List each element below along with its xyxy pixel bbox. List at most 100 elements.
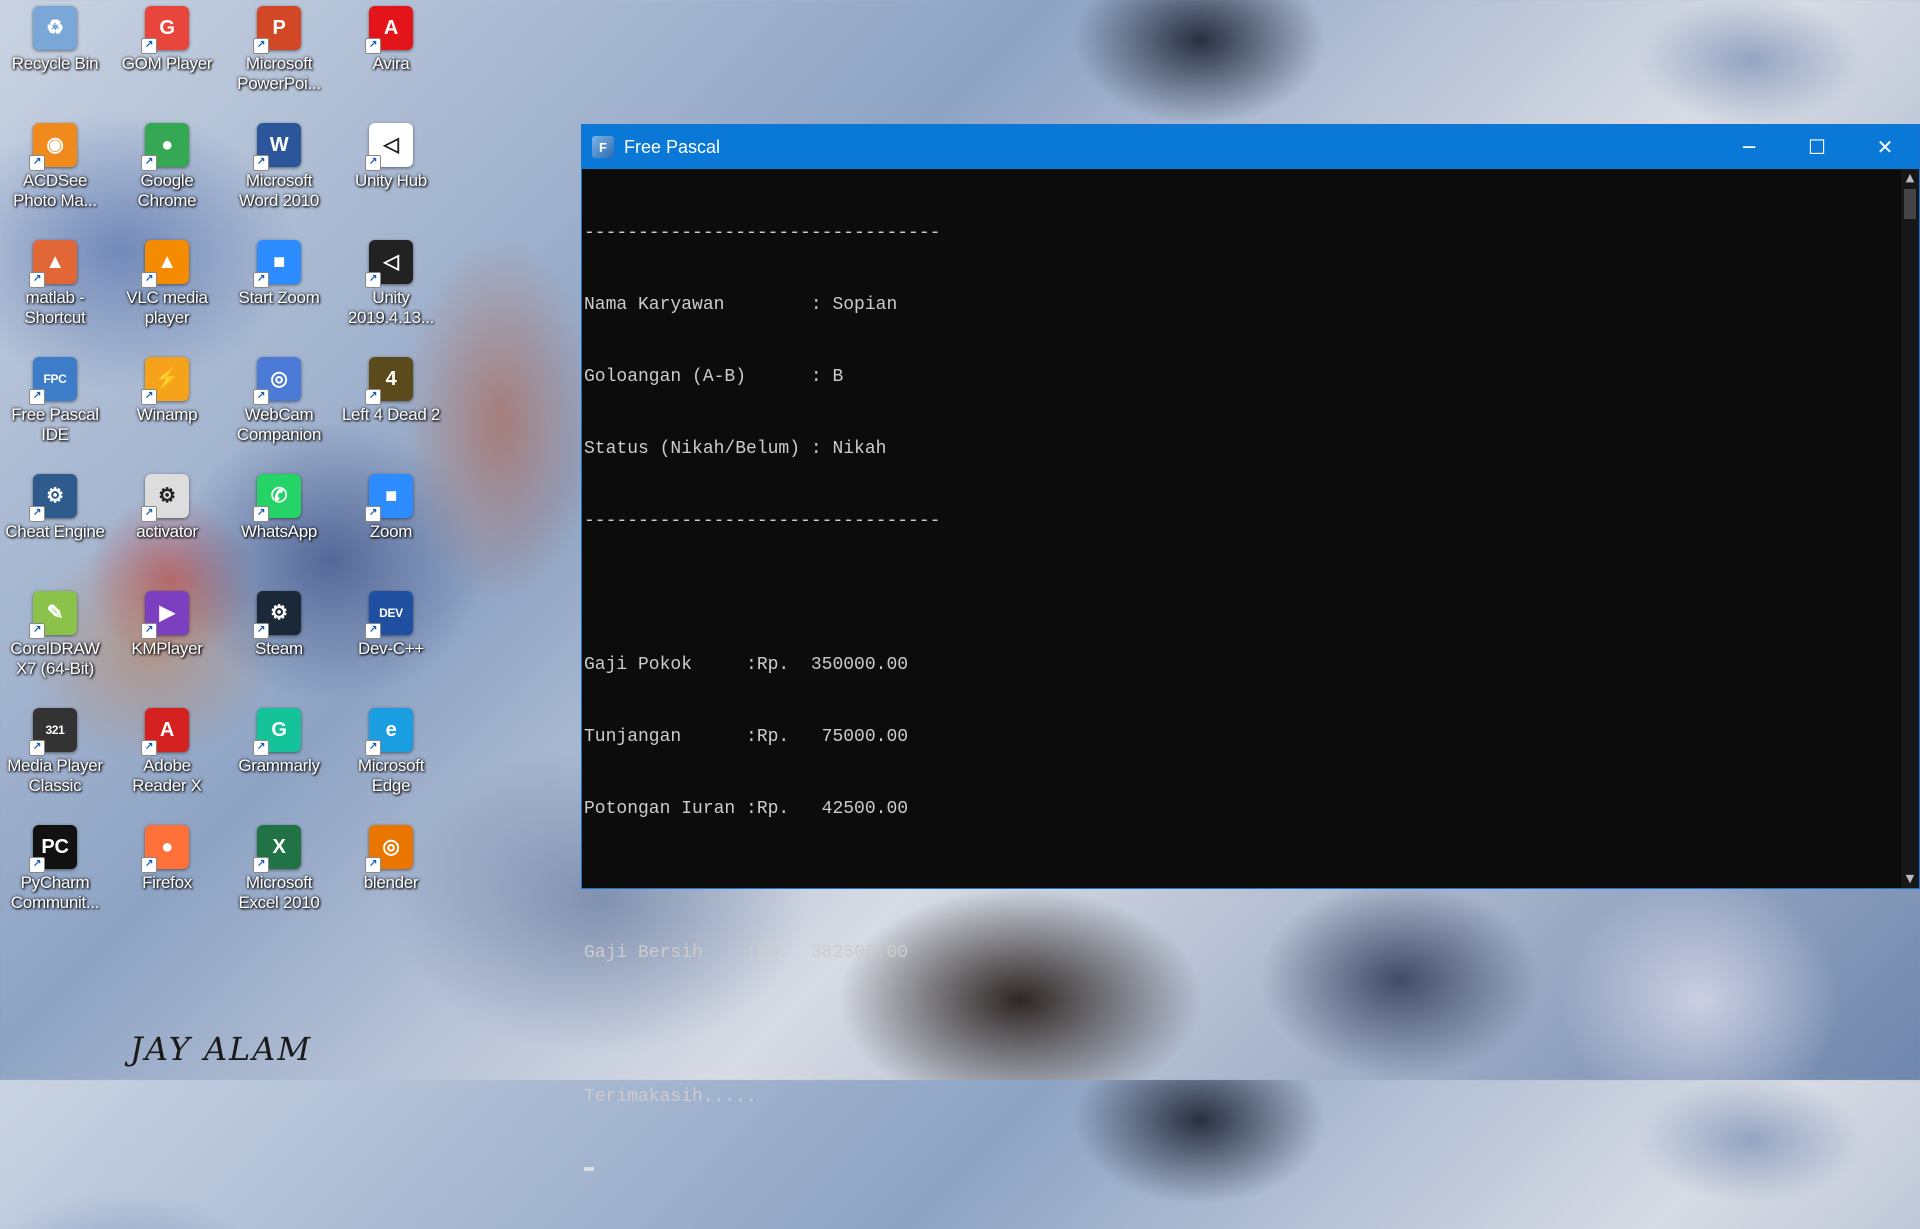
desktop-shortcut[interactable]: ▶ ↗ KMPlayer (117, 585, 217, 659)
desktop-shortcut[interactable]: P ↗ Microsoft PowerPoi... (229, 0, 329, 94)
desktop-shortcut[interactable]: A ↗ Adobe Reader X (117, 702, 217, 796)
whatsapp-icon: ✆ ↗ (253, 474, 301, 522)
free-pascal-window[interactable]: F Free Pascal ─ ☐ ✕ --------------------… (581, 124, 1920, 1171)
shortcut-arrow-icon: ↗ (253, 506, 269, 522)
desktop-shortcut-label: Google Chrome (137, 171, 197, 210)
console-line: Goloangan (A-B) : B (584, 367, 844, 387)
desktop-shortcut[interactable]: ⚙ ↗ Steam (229, 585, 329, 659)
desktop-shortcut[interactable]: ▲ ↗ VLC media player (117, 234, 217, 328)
desktop-shortcut-label: Winamp (136, 405, 198, 424)
shortcut-arrow-icon: ↗ (365, 857, 381, 873)
desktop-shortcut-label: Dev-C++ (358, 639, 424, 658)
desktop-shortcut[interactable]: ◉ ↗ ACDSee Photo Ma... (5, 117, 105, 211)
desktop-shortcut[interactable]: X ↗ Microsoft Excel 2010 (229, 819, 329, 913)
desktop-shortcut[interactable]: ⚙ ↗ Cheat Engine (5, 468, 105, 542)
desktop-shortcut[interactable]: ■ ↗ Start Zoom (229, 234, 329, 308)
desktop-shortcut-label: Steam (255, 639, 303, 658)
desktop-shortcut[interactable]: ◁ ↗ Unity Hub (341, 117, 441, 191)
shortcut-arrow-icon: ↗ (29, 272, 45, 288)
console-line: Potongan Iuran :Rp. 42500.00 (584, 799, 909, 819)
desktop-shortcut-label: PyCharm Communit... (10, 873, 100, 912)
desktop-shortcut[interactable]: ✎ ↗ CorelDRAW X7 (64-Bit) (5, 585, 105, 679)
activator-icon: ⚙ ↗ (141, 474, 189, 522)
desktop-shortcut-label: GOM Player (121, 54, 213, 73)
desktop-shortcut[interactable]: 4 ↗ Left 4 Dead 2 (341, 351, 441, 425)
desktop-shortcut-label: Adobe Reader X (132, 756, 202, 795)
close-button[interactable]: ✕ (1851, 125, 1919, 169)
zoom-icon: ■ ↗ (365, 474, 413, 522)
console-line: Gaji Pokok :Rp. 350000.00 (584, 655, 909, 675)
desktop-shortcut-label: matlab - Shortcut (24, 288, 86, 327)
desktop-shortcut[interactable]: G ↗ Grammarly (229, 702, 329, 776)
console-output[interactable]: --------------------------------- Nama K… (582, 169, 1901, 1171)
kmplayer-icon: ▶ ↗ (141, 591, 189, 639)
shortcut-arrow-icon: ↗ (253, 272, 269, 288)
desktop-shortcut-label: blender (363, 873, 419, 892)
shortcut-arrow-icon: ↗ (365, 623, 381, 639)
free-pascal-title-icon: F (592, 136, 614, 158)
shortcut-arrow-icon: ↗ (29, 857, 45, 873)
desktop-shortcut[interactable]: 321 ↗ Media Player Classic (5, 702, 105, 796)
console-line: Tunjangan :Rp. 75000.00 (584, 727, 909, 747)
desktop-shortcut[interactable]: ▲ ↗ matlab - Shortcut (5, 234, 105, 328)
shortcut-arrow-icon: ↗ (141, 155, 157, 171)
desktop-shortcut[interactable]: ■ ↗ Zoom (341, 468, 441, 542)
shortcut-arrow-icon: ↗ (365, 506, 381, 522)
scrollbar-thumb[interactable] (1904, 189, 1916, 219)
unity-icon: ◁ ↗ (365, 240, 413, 288)
desktop-shortcut[interactable]: DEV ↗ Dev-C++ (341, 585, 441, 659)
desktop-shortcut[interactable]: e ↗ Microsoft Edge (341, 702, 441, 796)
media-player-classic-icon: 321 ↗ (29, 708, 77, 756)
desktop-shortcut[interactable]: ⚙ ↗ activator (117, 468, 217, 542)
adobe-reader-icon: A ↗ (141, 708, 189, 756)
desktop-shortcut[interactable]: A ↗ Avira (341, 0, 441, 74)
desktop-shortcut[interactable]: ✆ ↗ WhatsApp (229, 468, 329, 542)
desktop-shortcut[interactable]: W ↗ Microsoft Word 2010 (229, 117, 329, 211)
console-line: Status (Nikah/Belum) : Nikah (584, 439, 887, 459)
desktop-shortcut-label: Cheat Engine (5, 522, 105, 541)
vertical-scrollbar[interactable]: ▲ ▼ (1901, 169, 1919, 888)
shortcut-arrow-icon: ↗ (141, 740, 157, 756)
desktop-shortcut[interactable]: ◁ ↗ Unity 2019.4.13... (341, 234, 441, 328)
shortcut-arrow-icon: ↗ (29, 740, 45, 756)
minimize-button[interactable]: ─ (1715, 125, 1783, 169)
desktop-shortcut-label: CorelDRAW X7 (64-Bit) (10, 639, 100, 678)
firefox-icon: ● ↗ (141, 825, 189, 873)
text-cursor (584, 1167, 594, 1171)
edge-icon: e ↗ (365, 708, 413, 756)
desktop-shortcut[interactable]: ⚡ ↗ Winamp (117, 351, 217, 425)
shortcut-arrow-icon: ↗ (29, 155, 45, 171)
scroll-down-arrow-icon[interactable]: ▼ (1901, 870, 1919, 888)
desktop-shortcut[interactable]: PC ↗ PyCharm Communit... (5, 819, 105, 913)
desktop-shortcut-label: Unity Hub (355, 171, 427, 190)
desktop-shortcut[interactable]: ◎ ↗ blender (341, 819, 441, 893)
webcam-icon: ◎ ↗ (253, 357, 301, 405)
desktop-shortcut[interactable]: ◎ ↗ WebCam Companion (229, 351, 329, 445)
window-title: Free Pascal (624, 136, 721, 157)
desktop-shortcut[interactable]: ● ↗ Google Chrome (117, 117, 217, 211)
grammarly-icon: G ↗ (253, 708, 301, 756)
pycharm-icon: PC ↗ (29, 825, 77, 873)
chrome-icon: ● ↗ (141, 123, 189, 171)
desktop-shortcut[interactable]: ● ↗ Firefox (117, 819, 217, 893)
unity-hub-icon: ◁ ↗ (365, 123, 413, 171)
desktop-shortcut[interactable]: FPC ↗ Free Pascal IDE (5, 351, 105, 445)
zoom-start-icon: ■ ↗ (253, 240, 301, 288)
desktop-shortcut-label: Media Player Classic (7, 756, 103, 795)
maximize-button[interactable]: ☐ (1783, 125, 1851, 169)
desktop-shortcut-label: Grammarly (238, 756, 320, 775)
excel-icon: X ↗ (253, 825, 301, 873)
window-titlebar[interactable]: F Free Pascal ─ ☐ ✕ (582, 125, 1919, 169)
coreldraw-icon: ✎ ↗ (29, 591, 77, 639)
shortcut-arrow-icon: ↗ (365, 155, 381, 171)
shortcut-arrow-icon: ↗ (29, 506, 45, 522)
left4dead-icon: 4 ↗ (365, 357, 413, 405)
shortcut-arrow-icon: ↗ (365, 740, 381, 756)
free-pascal-icon: FPC ↗ (29, 357, 77, 405)
desktop-shortcut[interactable]: ♻ Recycle Bin (5, 0, 105, 74)
console-line: --------------------------------- (584, 511, 941, 531)
desktop-shortcut-label: Recycle Bin (11, 54, 99, 73)
scroll-up-arrow-icon[interactable]: ▲ (1901, 169, 1919, 187)
desktop-shortcut[interactable]: G ↗ GOM Player (117, 0, 217, 74)
